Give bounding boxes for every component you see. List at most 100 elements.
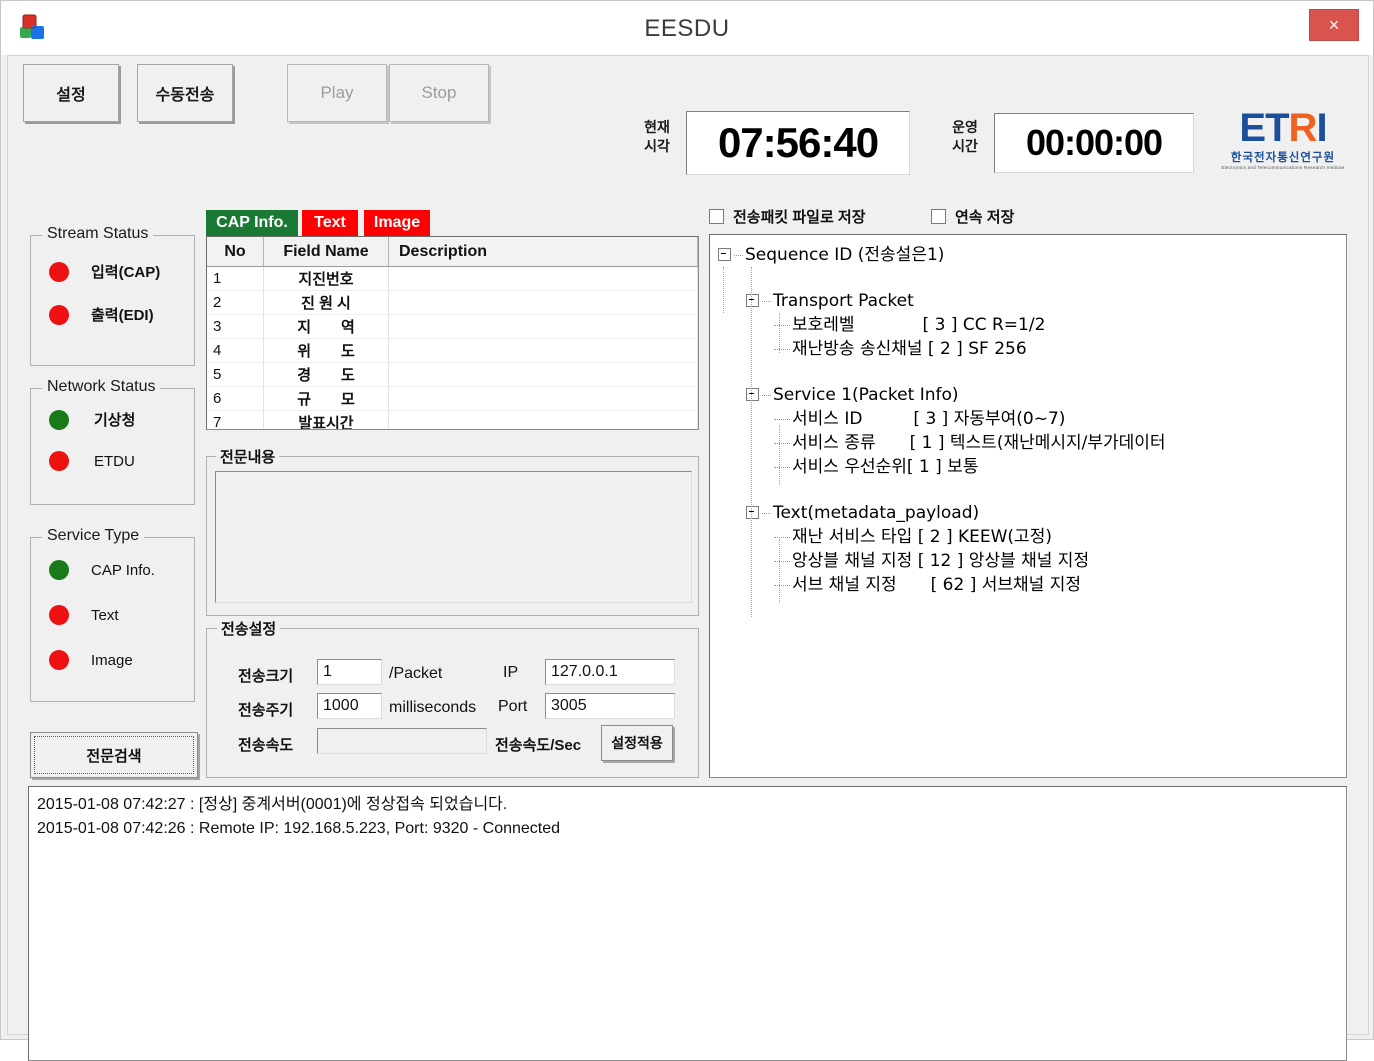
status-led-red <box>49 451 69 471</box>
run-time-display: 00:00:00 <box>994 113 1194 173</box>
tree-connector <box>774 536 790 538</box>
transmission-settings-group: 전송설정 전송크기 1 /Packet IP 127.0.0.1 전송주기 10… <box>206 618 699 778</box>
table-row[interactable]: 3지 역 <box>207 314 698 339</box>
tree-connector <box>774 560 790 562</box>
table-row[interactable]: 4위 도 <box>207 338 698 363</box>
table-row[interactable]: 2진 원 시 <box>207 290 698 315</box>
run-time-value: 00:00:00 <box>1025 122 1163 163</box>
manual-send-button[interactable]: 수동전송 <box>137 64 233 122</box>
tree-leaf[interactable]: 보호레벨 [ 3 ] CC R=1/2 <box>718 313 1342 337</box>
save-packet-file-label: 전송패킷 파일로 저장 <box>733 209 866 226</box>
tree-node-label: 서비스 ID [ 3 ] 자동부여(0~7) <box>792 409 1066 429</box>
continuous-save-label: 연속 저장 <box>955 209 1015 226</box>
column-header-field-name[interactable]: Field Name <box>263 237 389 267</box>
tree-leaf[interactable]: 재난방송 송신채널 [ 2 ] SF 256 <box>718 337 1342 361</box>
message-content-textarea[interactable] <box>215 471 692 603</box>
cell-description <box>388 266 698 291</box>
tab-text[interactable]: Text <box>302 210 358 236</box>
manual-send-button-label: 수동전송 <box>155 87 215 104</box>
settings-button[interactable]: 설정 <box>23 64 119 122</box>
packet-size-label: 전송크기 <box>238 668 294 685</box>
status-led-red <box>49 605 69 625</box>
tree-node-label: 보호레벨 [ 3 ] CC R=1/2 <box>792 315 1046 335</box>
checkbox-box[interactable] <box>931 209 946 224</box>
message-content-title: 전문내용 <box>216 446 280 467</box>
continuous-save-checkbox[interactable]: 연속 저장 <box>931 206 1014 227</box>
period-input[interactable]: 1000 <box>317 693 382 719</box>
tree-node[interactable]: Transport Packet <box>718 289 1342 313</box>
tree-collapse-icon[interactable] <box>746 293 759 307</box>
column-header-no[interactable]: No <box>207 237 264 267</box>
table-row[interactable]: 5경 도 <box>207 362 698 387</box>
tree-node[interactable]: Text(metadata_payload) <box>718 501 1342 525</box>
table-header-row: No Field Name Description <box>207 237 698 267</box>
log-line: 2015-01-08 07:42:27 : [정상] 중계서버(0001)에 정… <box>37 796 508 813</box>
cell-no: 4 <box>207 338 264 363</box>
tree-connector <box>774 324 790 326</box>
tree-leaf[interactable]: 서비스 우선순위[ 1 ] 보통 <box>718 455 1342 479</box>
transmission-settings-title: 전송설정 <box>217 618 281 639</box>
tree-node-label: 서비스 우선순위[ 1 ] 보통 <box>792 457 979 477</box>
speed-label: 전송속도 <box>238 737 294 754</box>
apply-settings-button-label: 설정적용 <box>611 735 663 751</box>
stream-status-group: Stream Status 입력(CAP) 출력(EDI) <box>30 225 195 366</box>
tree-collapse-icon[interactable] <box>746 387 759 401</box>
tree-connector <box>774 442 790 444</box>
tree-guide-line <box>779 539 780 603</box>
status-led-red <box>49 650 69 670</box>
logo-letter-i: I <box>1316 106 1327 150</box>
tree-node-label: Sequence ID (전송설은1) <box>745 245 945 265</box>
period-label: 전송주기 <box>238 702 294 719</box>
run-time-label: 운영 시간 <box>952 119 978 154</box>
tab-text-label: Text <box>314 214 346 231</box>
tree-node[interactable]: Service 1(Packet Info) <box>718 383 1342 407</box>
tree-leaf[interactable]: 서비스 종류 [ 1 ] 텍스트(재난메시지/부가데이터 <box>718 431 1342 455</box>
apply-settings-button[interactable]: 설정적용 <box>601 725 673 761</box>
service-type-label-image: Image <box>91 651 133 669</box>
tree-connector <box>774 584 790 586</box>
packet-size-input[interactable]: 1 <box>317 659 382 685</box>
network-status-item-etdu: ETDU <box>49 451 135 471</box>
table-row[interactable]: 7 발표시간 <box>207 410 698 429</box>
cell-field-name: 지 역 <box>263 314 389 339</box>
column-header-description[interactable]: Description <box>388 237 698 267</box>
tree-node[interactable]: Sequence ID (전송설은1) <box>718 243 1342 267</box>
cell-description <box>388 410 698 429</box>
stop-button[interactable]: Stop <box>389 64 489 122</box>
tab-image[interactable]: Image <box>364 210 430 236</box>
tree-collapse-icon[interactable] <box>718 247 731 261</box>
packet-structure-tree[interactable]: Sequence ID (전송설은1) Transport Packet 보호레벨 … <box>709 234 1347 778</box>
tree-leaf[interactable]: 앙상블 채널 지정 [ 12 ] 앙상블 채널 지정 <box>718 549 1342 573</box>
cell-description <box>388 362 698 387</box>
ip-input[interactable]: 127.0.0.1 <box>545 659 675 685</box>
settings-button-label: 설정 <box>56 87 86 104</box>
tree-collapse-icon[interactable] <box>746 505 759 519</box>
title-bar: EESDU × <box>1 1 1373 55</box>
play-button[interactable]: Play <box>287 64 387 122</box>
network-status-label-kma: 기상청 <box>94 412 136 429</box>
network-status-group: Network Status 기상청 ETDU <box>30 378 195 505</box>
tree-connector <box>762 512 771 514</box>
table-row[interactable]: 6규 모 <box>207 386 698 411</box>
tree-leaf[interactable]: 재난 서비스 타입 [ 2 ] KEEW(고정) <box>718 525 1342 549</box>
cap-info-table[interactable]: No Field Name Description 1 지진번호 2 진 원 시3지 … <box>206 236 699 430</box>
cell-description <box>388 314 698 339</box>
tree-leaf[interactable]: 서브 채널 지정 [ 62 ] 서브채널 지정 <box>718 573 1342 597</box>
port-input[interactable]: 3005 <box>545 693 675 719</box>
cell-no: 1 <box>207 266 264 291</box>
cell-no: 5 <box>207 362 264 387</box>
ip-label: IP <box>503 664 519 681</box>
tab-cap-info[interactable]: CAP Info. <box>206 210 298 236</box>
cell-field-name: 진 원 시 <box>263 290 389 315</box>
packet-size-unit: /Packet <box>389 665 443 682</box>
message-search-button[interactable]: 전문검색 <box>30 732 198 778</box>
table-row[interactable]: 1 지진번호 <box>207 266 698 291</box>
save-packet-file-checkbox[interactable]: 전송패킷 파일로 저장 <box>709 206 866 227</box>
log-output-panel[interactable]: 2015-01-08 07:42:27 : [정상] 중계서버(0001)에 정… <box>28 786 1347 1061</box>
tree-node-label: 앙상블 채널 지정 [ 12 ] 앙상블 채널 지정 <box>792 551 1090 571</box>
current-time-label: 현재 시각 <box>644 119 670 154</box>
checkbox-box[interactable] <box>709 209 724 224</box>
close-icon[interactable]: × <box>1309 9 1359 41</box>
tree-leaf[interactable]: 서비스 ID [ 3 ] 자동부여(0~7) <box>718 407 1342 431</box>
service-type-title: Service Type <box>42 527 145 545</box>
